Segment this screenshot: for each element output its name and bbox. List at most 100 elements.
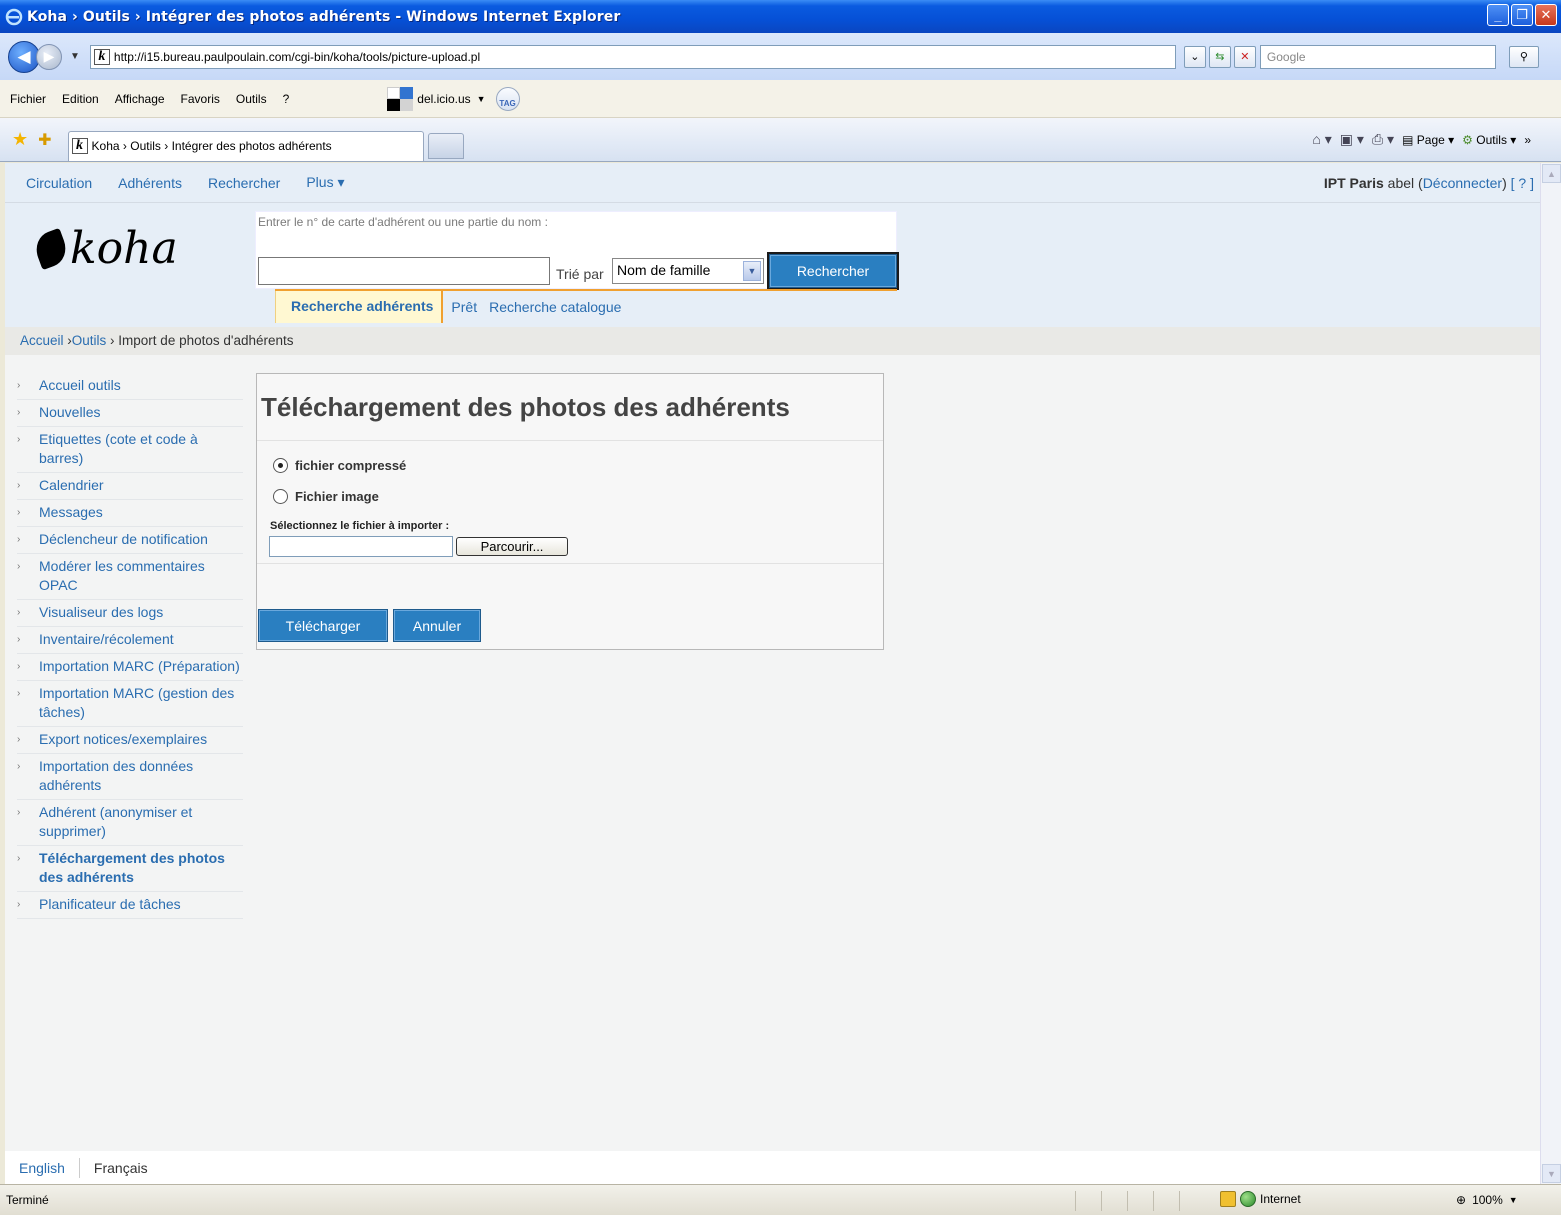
tab-catalog-search[interactable]: Recherche catalogue <box>481 291 625 323</box>
sidebar-item-marc-import-manage[interactable]: › Importation MARC (gestion des tâches) <box>17 681 243 727</box>
help-link[interactable]: [ ? ] <box>1511 175 1534 191</box>
favorites-star-icon[interactable]: ★ <box>12 129 28 150</box>
menu-favorites[interactable]: Favoris <box>181 92 220 106</box>
address-toolbar: ◀ ▶ ▼ k http://i15.bureau.paulpoulain.co… <box>0 33 1561 80</box>
ie-logo-icon <box>5 8 23 25</box>
refresh-button[interactable]: ⇆ <box>1208 45 1231 68</box>
page-menu[interactable]: ▤ Page ▾ <box>1402 133 1454 147</box>
forward-button[interactable]: ▶ <box>36 43 62 70</box>
nav-more[interactable]: Plus ▾ <box>306 174 344 191</box>
scroll-up-icon[interactable]: ▲ <box>1542 164 1561 183</box>
file-path-input[interactable] <box>269 536 453 557</box>
menu-tools[interactable]: Outils <box>236 92 267 106</box>
sidebar-item-inventory[interactable]: › Inventaire/récolement <box>17 627 243 654</box>
sidebar-item-log-viewer[interactable]: › Visualiseur des logs <box>17 600 243 627</box>
chevron-right-icon: › <box>17 661 21 672</box>
browser-search-input[interactable]: Google <box>1259 44 1496 69</box>
tab-checkout[interactable]: Prêt <box>443 291 481 323</box>
sidebar-item-label: Etiquettes (cote et code à barres) <box>39 431 198 466</box>
divider <box>257 563 883 564</box>
nav-patrons[interactable]: Adhérents <box>118 175 182 191</box>
menu-file[interactable]: Fichier <box>10 92 46 106</box>
close-icon[interactable]: ✕ <box>1535 4 1557 26</box>
minimize-icon[interactable]: _ <box>1487 4 1509 26</box>
divider <box>257 440 883 441</box>
stop-button[interactable]: ✕ <box>1233 45 1256 68</box>
delicious-label: del.icio.us <box>417 91 471 106</box>
chevron-right-icon: › <box>17 853 21 864</box>
menu-help[interactable]: ? <box>283 92 290 106</box>
status-cells <box>1075 1191 1205 1211</box>
browse-button[interactable]: Parcourir... <box>456 537 568 556</box>
option-image-file[interactable]: Fichier image <box>273 489 379 504</box>
home-icon[interactable]: ⌂ ▾ <box>1312 131 1331 148</box>
menu-edit[interactable]: Edition <box>62 92 99 106</box>
menu-view[interactable]: Affichage <box>115 92 165 106</box>
lang-english-link[interactable]: English <box>19 1160 79 1176</box>
nav-search[interactable]: Rechercher <box>208 175 280 191</box>
koha-header: koha Entrer le n° de carte d'adhérent ou… <box>5 203 1540 327</box>
sidebar-item-news[interactable]: › Nouvelles <box>17 400 243 427</box>
history-dropdown-icon[interactable]: ▼ <box>70 51 80 62</box>
vertical-scrollbar[interactable]: ▲ ▼ <box>1540 163 1561 1184</box>
koha-logo[interactable]: koha <box>31 223 178 274</box>
sidebar-item-notice-triggers[interactable]: › Déclencheur de notification <box>17 527 243 554</box>
chevron-right-icon: › <box>17 634 21 645</box>
maximize-icon[interactable]: ❐ <box>1511 4 1533 26</box>
sidebar-item-picture-upload[interactable]: › Téléchargement des photos des adhérents <box>17 846 243 892</box>
nav-circulation[interactable]: Circulation <box>26 175 92 191</box>
patron-search-input[interactable] <box>258 257 550 285</box>
chevron-right-icon: › <box>17 607 21 618</box>
more-commands-icon[interactable]: » <box>1524 133 1531 147</box>
breadcrumb-home[interactable]: Accueil <box>20 333 64 348</box>
browser-search-button[interactable]: ⚲ <box>1508 45 1539 68</box>
sidebar-item-task-scheduler[interactable]: › Planificateur de tâches <box>17 892 243 919</box>
tag-icon[interactable]: TAG <box>495 86 520 111</box>
protected-mode-icon <box>1220 1191 1236 1207</box>
sort-label: Trié par <box>556 266 604 282</box>
sidebar-item-patron-import[interactable]: › Importation des données adhérents <box>17 754 243 800</box>
sidebar-item-labels[interactable]: › Etiquettes (cote et code à barres) <box>17 427 243 473</box>
window-title: Koha › Outils › Intégrer des photos adhé… <box>27 8 621 25</box>
breadcrumb-tools[interactable]: Outils <box>72 333 107 348</box>
delicious-toolbar[interactable]: del.icio.us ▼ TAG <box>387 86 520 111</box>
gear-icon: ⚙ <box>1462 132 1473 147</box>
url-field[interactable]: k http://i15.bureau.paulpoulain.com/cgi-… <box>89 44 1176 69</box>
url-dropdown-button[interactable]: ⌄ <box>1183 45 1206 68</box>
tab-koha[interactable]: k Koha › Outils › Intégrer des photos ad… <box>67 130 424 161</box>
print-icon[interactable]: ⎙ ▾ <box>1372 131 1394 148</box>
status-text: Terminé <box>6 1193 49 1207</box>
language-footer: English Français <box>5 1151 1540 1184</box>
feeds-icon[interactable]: ▣ ▾ <box>1340 131 1364 148</box>
chevron-down-icon: ⌄ <box>1190 51 1200 63</box>
sidebar-item-tools-home[interactable]: › Accueil outils <box>17 373 243 400</box>
tools-menu[interactable]: ⚙ Outils ▾ <box>1462 133 1516 147</box>
new-tab-button[interactable] <box>427 132 464 159</box>
cancel-button[interactable]: Annuler <box>393 609 481 642</box>
tab-patron-search[interactable]: Recherche adhérents <box>275 291 444 323</box>
sidebar-item-label: Planificateur de tâches <box>39 896 181 912</box>
security-zone[interactable]: Internet <box>1220 1191 1301 1207</box>
zoom-level: 100% <box>1472 1193 1503 1207</box>
sidebar-item-label: Messages <box>39 504 103 520</box>
sidebar-item-moderate-comments[interactable]: › Modérer les commentaires OPAC <box>17 554 243 600</box>
add-favorite-icon[interactable]: ✚ <box>38 130 51 150</box>
koha-favicon-icon: k <box>93 48 110 65</box>
scroll-down-icon[interactable]: ▼ <box>1542 1164 1561 1183</box>
zoom-control[interactable]: ⊕ 100% ▼ <box>1456 1193 1518 1207</box>
sidebar-item-calendar[interactable]: › Calendrier <box>17 473 243 500</box>
logout-link[interactable]: Déconnecter <box>1423 175 1502 191</box>
sidebar-item-export[interactable]: › Export notices/exemplaires <box>17 727 243 754</box>
sidebar-item-marc-import-staging[interactable]: › Importation MARC (Préparation) <box>17 654 243 681</box>
tab-title: Koha › Outils › Intégrer des photos adhé… <box>91 139 332 153</box>
upload-button[interactable]: Télécharger <box>258 609 388 642</box>
patron-search-button[interactable]: Rechercher <box>767 252 899 290</box>
sidebar-item-patron-anonymize[interactable]: › Adhérent (anonymiser et supprimer) <box>17 800 243 846</box>
sidebar-item-messages[interactable]: › Messages <box>17 500 243 527</box>
window-controls: _ ❐ ✕ <box>1487 4 1557 26</box>
option-zip-file[interactable]: fichier compressé <box>273 458 406 473</box>
radio-zip[interactable] <box>273 458 288 473</box>
breadcrumb-current: Import de photos d'adhérents <box>118 333 294 348</box>
radio-image[interactable] <box>273 489 288 504</box>
sort-select[interactable]: Nom de famille ▼ <box>612 258 764 284</box>
